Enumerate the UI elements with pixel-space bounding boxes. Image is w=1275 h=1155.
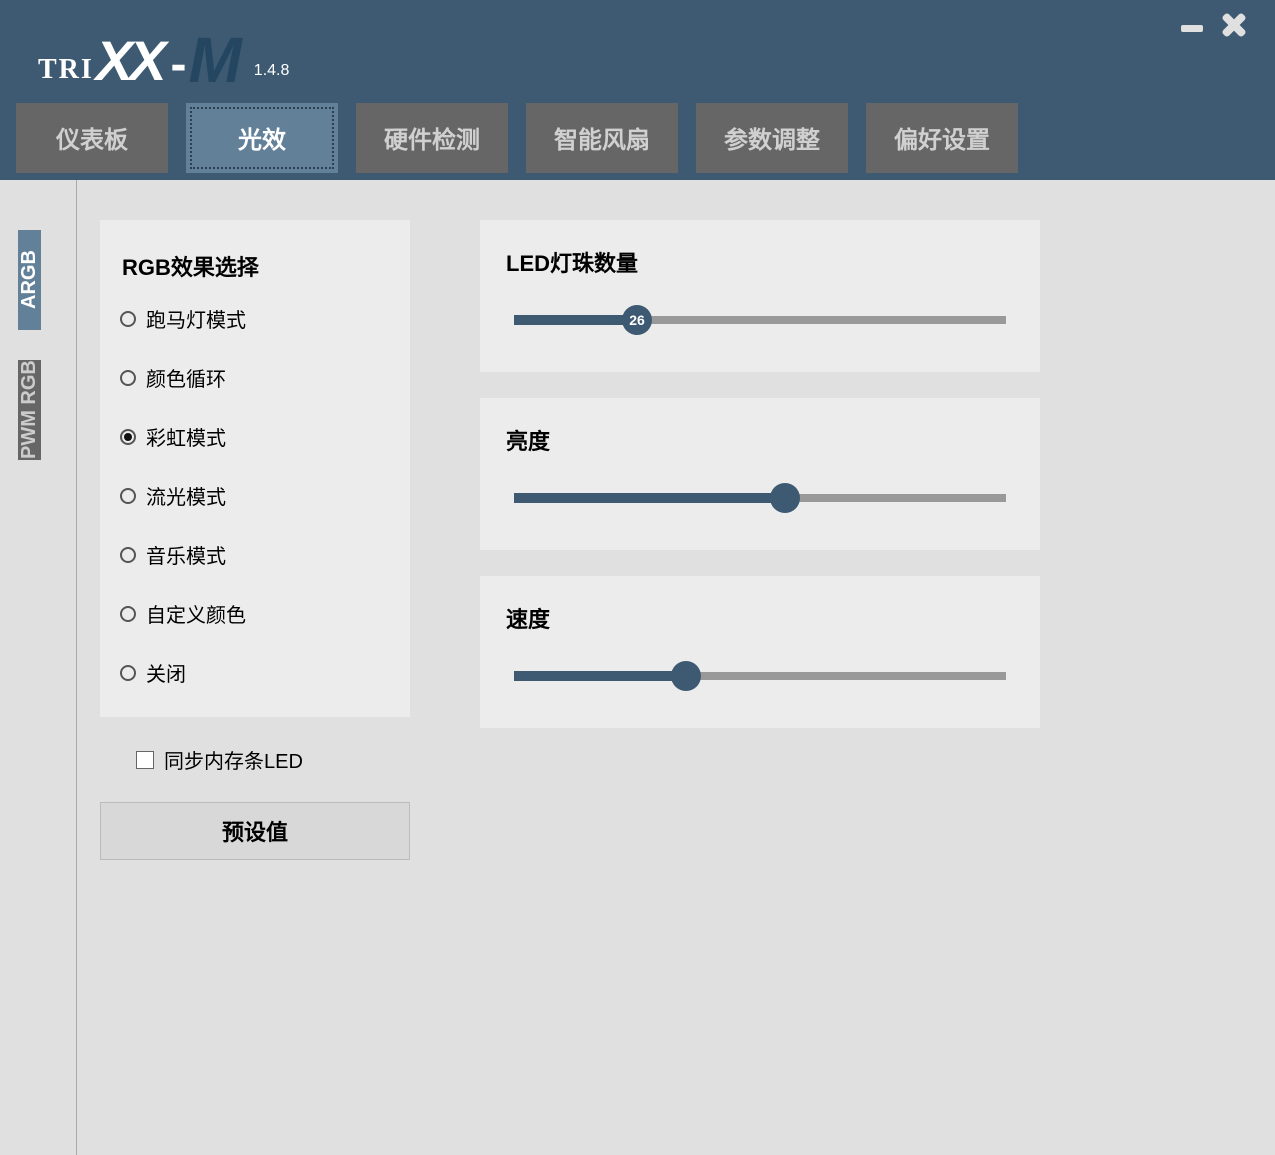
slider-led-count-track[interactable]: 26 [514,312,1006,328]
logo-text-tri: TRI [38,54,94,86]
side-tabs: ARGB PWM RGB [18,230,76,490]
main-tabs: 仪表板 光效 硬件检测 智能风扇 参数调整 偏好设置 [0,95,1275,180]
radio-label-custom-color: 自定义颜色 [146,599,246,628]
title-bar: TRI XX - M 1.4.8 [0,0,1275,95]
slider-thumb-led[interactable]: 26 [622,305,652,335]
tab-tuning[interactable]: 参数调整 [696,103,848,173]
slider-fill [514,493,785,503]
slider-fill [514,671,686,681]
slider-speed-track[interactable] [514,668,1006,684]
radio-off[interactable]: 关闭 [120,658,390,687]
slider-speed-title: 速度 [506,602,1014,634]
rgb-effect-title: RGB效果选择 [120,250,390,282]
preset-button[interactable]: 预设值 [100,802,410,860]
radio-label-marquee: 跑马灯模式 [146,304,246,333]
radio-icon-custom-color [120,606,136,622]
slider-brightness-track[interactable] [514,490,1006,506]
tab-hardware[interactable]: 硬件检测 [356,103,508,173]
sync-memory-led[interactable]: 同步内存条LED [136,745,410,774]
radio-icon-off [120,665,136,681]
radio-label-flow: 流光模式 [146,481,226,510]
slider-thumb-value: 26 [629,312,645,328]
sync-label: 同步内存条LED [164,745,303,774]
sync-checkbox-icon [136,751,154,769]
slider-speed: 速度 [480,576,1040,728]
logo-text-xx: XX [96,36,163,86]
slider-fill [514,315,637,325]
radio-color-cycle[interactable]: 颜色循环 [120,363,390,392]
app-version: 1.4.8 [254,62,290,80]
slider-led-count-title: LED灯珠数量 [506,246,1014,278]
radio-icon-music [120,547,136,563]
slider-thumb-speed[interactable] [671,661,701,691]
radio-marquee[interactable]: 跑马灯模式 [120,304,390,333]
minimize-icon[interactable] [1179,10,1205,36]
tab-lighting[interactable]: 光效 [186,103,338,173]
slider-thumb-brightness[interactable] [770,483,800,513]
radio-label-off: 关闭 [146,658,186,687]
side-tab-pwmrgb[interactable]: PWM RGB [18,360,41,460]
side-divider [76,180,77,1155]
radio-label-rainbow: 彩虹模式 [146,422,226,451]
slider-brightness-title: 亮度 [506,424,1014,456]
side-tab-argb[interactable]: ARGB [18,230,41,330]
app-logo: TRI XX - M 1.4.8 [38,35,289,86]
logo-text-m: M [188,35,241,86]
radio-label-music: 音乐模式 [146,540,226,569]
tab-fan[interactable]: 智能风扇 [526,103,678,173]
radio-icon-color-cycle [120,370,136,386]
slider-led-count: LED灯珠数量 26 [480,220,1040,372]
radio-icon-rainbow [120,429,136,445]
radio-custom-color[interactable]: 自定义颜色 [120,599,390,628]
radio-rainbow[interactable]: 彩虹模式 [120,422,390,451]
logo-text-dash: - [171,43,187,86]
radio-icon-flow [120,488,136,504]
radio-label-color-cycle: 颜色循环 [146,363,226,392]
radio-flow[interactable]: 流光模式 [120,481,390,510]
tab-preferences[interactable]: 偏好设置 [866,103,1018,173]
close-icon[interactable] [1219,10,1249,40]
tab-dashboard[interactable]: 仪表板 [16,103,168,173]
radio-icon-marquee [120,311,136,327]
slider-brightness: 亮度 [480,398,1040,550]
radio-music[interactable]: 音乐模式 [120,540,390,569]
rgb-effect-panel: RGB效果选择 跑马灯模式 颜色循环 彩虹模式 流光模式 [100,220,410,717]
